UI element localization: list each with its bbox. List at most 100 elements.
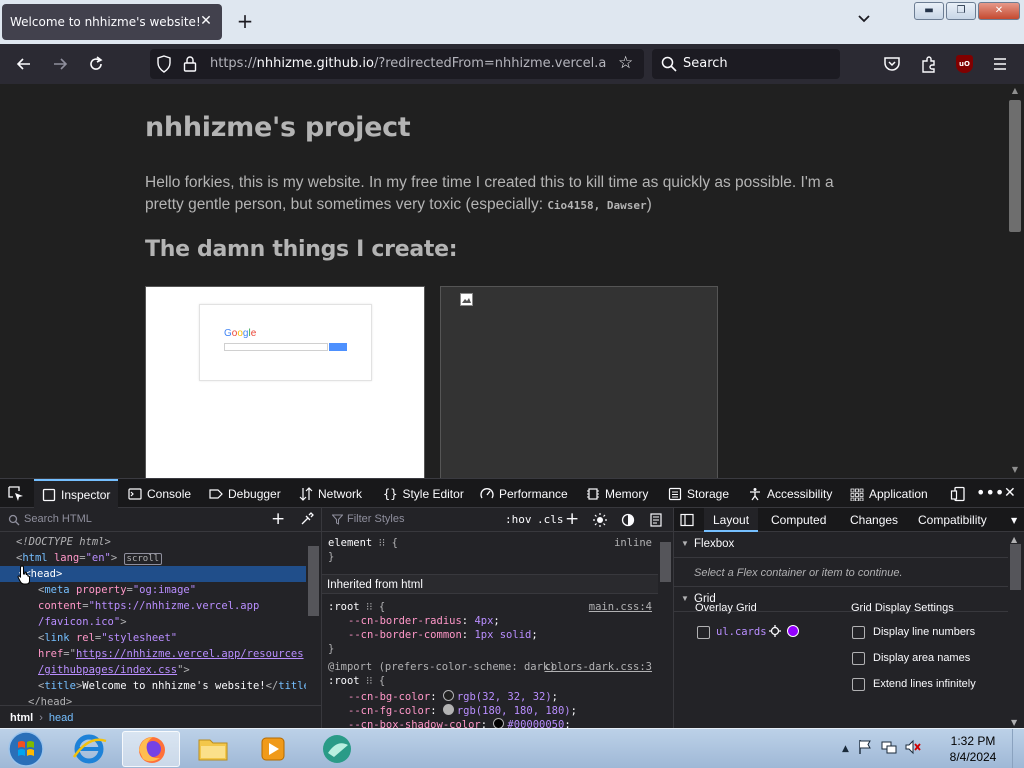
tab-style-editor[interactable]: {} Style Editor <box>383 479 464 508</box>
eyedropper-icon[interactable] <box>300 512 314 526</box>
display-area-names-checkbox[interactable] <box>852 652 865 665</box>
toggle-sidebar-icon[interactable] <box>680 513 694 530</box>
tab-storage[interactable]: Storage <box>668 479 729 508</box>
tab-performance[interactable]: Performance <box>480 479 568 508</box>
tab-layout[interactable]: Layout <box>704 508 759 532</box>
tree-link-href[interactable]: href="https://nhhizme.vercel.app/resourc… <box>38 646 304 662</box>
grid-color-swatch[interactable] <box>787 625 799 637</box>
href-link-cont[interactable]: /githubpages/index.css <box>38 664 177 676</box>
new-tab-button[interactable]: + <box>234 10 256 32</box>
tracking-protection-shield-icon[interactable] <box>156 55 172 73</box>
tree-meta-content-cont[interactable]: /favicon.ico"> <box>38 614 127 630</box>
forward-arrow-icon[interactable] <box>48 52 72 76</box>
action-center-flag-icon[interactable] <box>857 739 873 758</box>
light-scheme-sun-icon[interactable] <box>593 513 607 527</box>
main-css-source-link[interactable]: main.css:4 <box>589 600 652 614</box>
more-tabs-chevron-icon[interactable]: ▼ <box>1011 516 1017 525</box>
taskbar-file-explorer-icon[interactable] <box>184 731 242 767</box>
root-rule-dark[interactable]: :root ⁝⁝ { <box>328 674 385 688</box>
start-button-windows-logo-icon[interactable] <box>3 730 49 768</box>
responsive-design-icon[interactable] <box>950 486 966 505</box>
href-link[interactable]: https://nhhizme.vercel.app/resources <box>76 648 304 660</box>
taskbar-firefox-icon[interactable] <box>122 731 180 767</box>
dark-scheme-icon[interactable] <box>621 513 635 527</box>
list-all-tabs-chevron-icon[interactable] <box>856 12 872 28</box>
element-rule[interactable]: element ⁝⁝ { <box>328 536 398 550</box>
tree-link-href-cont[interactable]: /githubpages/index.css"> <box>38 662 190 678</box>
close-devtools-icon[interactable]: ✕ <box>1004 485 1016 501</box>
tree-meta-content[interactable]: content="https://nhhizme.vercel.app <box>38 598 259 614</box>
fg-color-swatch[interactable] <box>442 704 454 715</box>
url-text[interactable]: https://nhhizme.github.io/?redirectedFro… <box>210 56 606 71</box>
project-card-google[interactable]: Google <box>145 286 425 478</box>
page-scrollbar[interactable]: ▲ ▼ <box>1006 84 1024 478</box>
rules-scroll-thumb[interactable] <box>660 542 671 582</box>
overlay-grid-checkbox[interactable] <box>697 626 710 639</box>
print-media-icon[interactable] <box>649 513 663 527</box>
extensions-puzzle-icon[interactable] <box>920 55 938 73</box>
tab-changes[interactable]: Changes <box>850 508 898 532</box>
search-html-bar[interactable]: Search HTML + <box>0 508 322 532</box>
show-desktop-button[interactable] <box>1012 729 1024 768</box>
tree-title-node[interactable]: <title>Welcome to nhhizme's website!</ti… <box>38 678 316 694</box>
tab-compatibility[interactable]: Compatibility <box>918 508 987 532</box>
taskbar-app-icon[interactable] <box>308 731 366 767</box>
layout-scrollbar[interactable]: ▲ ▼ <box>1008 532 1024 729</box>
reload-icon[interactable] <box>84 52 108 76</box>
rules-scrollbar[interactable] <box>658 532 673 729</box>
scroll-badge[interactable]: scroll <box>123 553 163 565</box>
restore-button[interactable]: ❐ <box>946 2 976 20</box>
flexbox-section-header[interactable]: ▼ Flexbox <box>674 532 1008 558</box>
root-rule-main[interactable]: :root ⁝⁝ { <box>328 600 385 614</box>
scroll-down-arrow-icon[interactable]: ▼ <box>1010 465 1020 475</box>
menu-hamburger-icon[interactable] <box>992 55 1008 73</box>
search-html-input[interactable]: Search HTML <box>24 513 92 525</box>
close-tab-icon[interactable]: ✕ <box>198 13 214 29</box>
search-bar[interactable]: Search <box>652 49 840 79</box>
markup-scroll-thumb[interactable] <box>308 546 319 616</box>
page-scroll-thumb[interactable] <box>1009 100 1021 232</box>
tab-accessibility[interactable]: Accessibility <box>748 479 832 508</box>
project-card-2[interactable] <box>440 286 718 478</box>
decl-bg-color[interactable]: --cn-bg-color: rgb(32, 32, 32); <box>348 690 558 704</box>
decl-border-common[interactable]: --cn-border-common: 1px solid; <box>348 628 538 642</box>
breadcrumb-head[interactable]: head <box>49 712 73 724</box>
minimize-button[interactable]: ▬ <box>914 2 944 20</box>
add-rule-button[interactable]: + <box>565 509 579 529</box>
scroll-up-arrow-icon[interactable]: ▲ <box>1011 535 1017 544</box>
decl-fg-color[interactable]: --cn-fg-color: rgb(180, 180, 180); <box>348 704 577 718</box>
pocket-icon[interactable] <box>883 55 901 73</box>
markup-scrollbar[interactable] <box>306 534 321 704</box>
bookmark-star-icon[interactable]: ☆ <box>618 54 636 72</box>
tree-doctype[interactable]: <!DOCTYPE html> <box>16 534 111 550</box>
tree-meta-node[interactable]: <meta property="og:image" <box>38 582 196 598</box>
volume-muted-icon[interactable] <box>905 739 921 758</box>
display-line-numbers-checkbox[interactable] <box>852 626 865 639</box>
tab-network[interactable]: Network <box>299 479 362 508</box>
tab-computed[interactable]: Computed <box>771 508 826 532</box>
highlight-target-icon[interactable] <box>769 625 781 637</box>
ublock-origin-icon[interactable]: uO <box>956 55 973 73</box>
more-options-icon[interactable]: ••• <box>976 483 1004 502</box>
url-bar[interactable]: https://nhhizme.github.io/?redirectedFro… <box>150 49 644 79</box>
back-arrow-icon[interactable] <box>12 52 36 76</box>
extend-lines-checkbox[interactable] <box>852 678 865 691</box>
element-picker-icon[interactable] <box>8 486 24 502</box>
show-hidden-icons-arrow-icon[interactable]: ▲ <box>842 744 849 754</box>
lock-icon[interactable] <box>182 55 198 73</box>
tab-console[interactable]: Console <box>128 479 191 508</box>
taskbar-media-player-icon[interactable] <box>244 731 302 767</box>
tree-link-node[interactable]: <link rel="stylesheet" <box>38 630 177 646</box>
breadcrumb-html[interactable]: html <box>10 712 33 724</box>
network-icon[interactable] <box>881 739 897 758</box>
scroll-down-arrow-icon[interactable]: ▼ <box>1011 718 1017 727</box>
browser-tab-active[interactable]: Welcome to nhhizme's website! ✕ <box>2 4 222 40</box>
add-node-button[interactable]: + <box>271 509 285 529</box>
decl-border-radius[interactable]: --cn-border-radius: 4px; <box>348 614 500 628</box>
taskbar-clock[interactable]: 1:32 PM 8/4/2024 <box>944 733 1002 765</box>
tab-memory[interactable]: Memory <box>586 479 648 508</box>
taskbar-internet-explorer-icon[interactable] <box>60 731 118 767</box>
hover-state-toggle[interactable]: :hov <box>505 513 532 526</box>
tab-inspector[interactable]: Inspector <box>34 479 119 508</box>
scroll-up-arrow-icon[interactable]: ▲ <box>1010 86 1020 96</box>
